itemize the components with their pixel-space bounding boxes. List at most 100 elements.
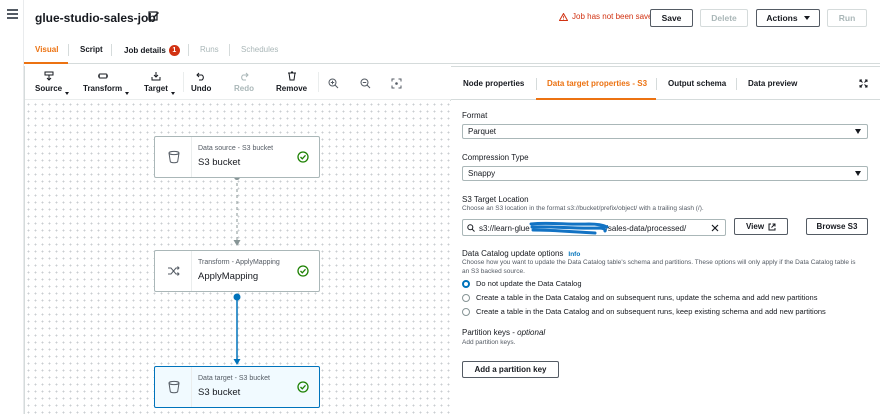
caret-down-icon [855,129,861,134]
undo-tool[interactable]: Undo [191,71,211,93]
tab-runs[interactable]: Runs [200,45,219,54]
radio-label: Create a table in the Data Catalog and o… [476,307,826,316]
format-value: Parquet [468,127,497,136]
visual-editor: Source Transform Target Undo Redo Remove [24,66,452,414]
radio-button[interactable] [462,307,470,316]
redo-tool[interactable]: Redo [234,71,254,93]
source-node[interactable]: Data source - S3 bucket S3 bucket [154,136,320,178]
zoom-out-icon[interactable] [360,78,371,89]
tab-visual[interactable]: Visual [35,45,58,54]
target-label: Target [144,84,168,93]
target-node[interactable]: Data target - S3 bucket S3 bucket [154,366,320,408]
caret-down-icon [125,92,130,95]
actions-label: Actions [766,13,798,23]
toolbar-divider [183,72,184,92]
undo-label: Undo [191,84,212,93]
remove-tool[interactable]: Remove [276,71,307,93]
partition-keys-label: Partition keys - optional [462,328,545,337]
radio-option-update-schema[interactable]: Create a table in the Data Catalog and o… [462,293,817,302]
success-check-icon [297,265,309,277]
format-label: Format [462,111,488,120]
redo-icon [241,72,249,81]
transform-icon [97,73,108,79]
view-label: View [745,222,765,231]
compression-value: Snappy [468,169,496,178]
remove-label: Remove [276,84,308,93]
actions-button[interactable]: Actions [756,9,820,27]
search-icon [467,224,475,232]
panel-tabs: Node properties Data target properties -… [451,67,880,100]
tab-data-preview[interactable]: Data preview [748,79,797,88]
node-type: Data source - S3 bucket [198,145,274,152]
tab-output-schema[interactable]: Output schema [668,79,726,88]
hamburger-menu-icon[interactable] [7,9,18,19]
info-link[interactable]: Info [568,251,580,258]
node-divider [191,251,192,291]
edit-icon[interactable] [148,10,160,22]
clear-icon[interactable] [711,224,719,232]
tab-data-target-properties[interactable]: Data target properties - S3 [547,79,647,88]
redo-label: Redo [234,84,254,93]
run-button[interactable]: Run [827,9,867,27]
add-partition-key-button[interactable]: Add a partition key [462,361,559,378]
canvas-grid[interactable]: Data source - S3 bucket S3 bucket Transf… [25,101,452,414]
caret-down-icon [65,92,70,95]
tab-divider [736,78,737,90]
caret-down-icon [170,92,175,95]
s3-location-value-start: s3://learn-glue [479,224,530,233]
s3-location-value-end: /sales-data/processed/ [605,224,687,233]
target-tool[interactable]: Target [144,71,175,95]
trash-icon [287,71,296,81]
compression-label: Compression Type [462,153,529,162]
source-tool[interactable]: Source [35,71,70,95]
radio-option-keep-schema[interactable]: Create a table in the Data Catalog and o… [462,307,826,316]
node-divider [191,367,192,407]
tab-divider [188,44,189,56]
main-tabs: Visual Script Job details 1 Runs Schedul… [24,38,880,64]
radio-button[interactable] [462,293,470,302]
format-select[interactable]: Parquet [462,124,868,139]
tab-schedules[interactable]: Schedules [241,45,278,54]
node-divider [191,137,192,177]
toolbar-divider [318,72,319,92]
s3-location-description: Choose an S3 location in the format s3:/… [462,205,704,212]
zoom-in-icon[interactable] [328,78,339,89]
node-name: S3 bucket [198,387,241,398]
save-button[interactable]: Save [650,9,693,27]
expand-icon[interactable] [859,79,868,88]
tab-job-details-label: Job details [124,46,166,55]
tab-divider [536,78,537,90]
fit-to-screen-icon[interactable] [391,78,402,89]
partition-keys-text: Partition keys - [462,328,518,337]
s3-location-input[interactable]: s3://learn-glue/sales-data/processed/ [462,219,726,236]
tab-divider [229,44,230,56]
tab-node-properties[interactable]: Node properties [463,79,524,88]
catalog-options-label: Data Catalog update options Info [462,249,580,258]
partition-keys-description: Add partition keys. [462,339,516,346]
source-label: Source [35,84,63,93]
target-icon [151,72,161,81]
tab-job-details[interactable]: Job details 1 [124,45,180,56]
s3-location-label: S3 Target Location [462,195,529,204]
caret-down-icon [855,171,861,176]
active-tab-indicator [536,98,656,100]
radio-option-no-update[interactable]: Do not update the Data Catalog [462,279,582,288]
radio-button[interactable] [462,279,470,288]
catalog-options-text: Data Catalog update options [462,249,564,258]
node-type: Transform - ApplyMapping [198,259,280,266]
unsaved-warning: Job has not been saved [559,12,657,21]
view-button[interactable]: View [734,218,788,235]
node-name: S3 bucket [198,157,241,168]
delete-button[interactable]: Delete [700,9,748,27]
warning-text: Job has not been saved [572,12,657,21]
active-tab-indicator [24,62,68,64]
transform-tool[interactable]: Transform [83,71,130,95]
tab-script[interactable]: Script [80,45,103,54]
node-type: Data target - S3 bucket [198,375,270,382]
job-details-badge: 1 [168,45,180,56]
transform-label: Transform [83,84,123,93]
optional-tag: optional [517,328,546,337]
transform-node[interactable]: Transform - ApplyMapping ApplyMapping [154,250,320,292]
compression-select[interactable]: Snappy [462,166,868,181]
browse-s3-button[interactable]: Browse S3 [806,218,868,235]
